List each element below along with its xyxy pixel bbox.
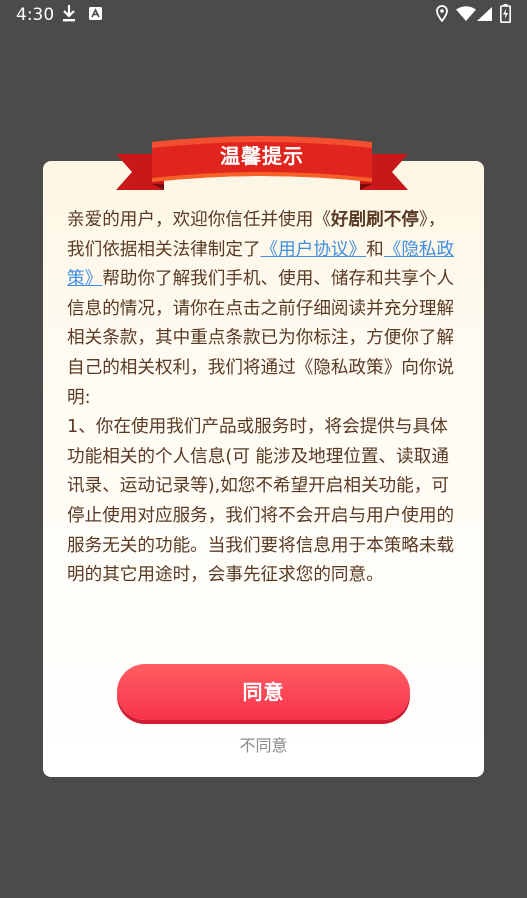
app-name: 好剧刷不停 [330, 210, 419, 230]
wifi-icon [456, 6, 476, 21]
agree-button[interactable]: 同意 [117, 664, 410, 720]
location-icon [436, 5, 448, 22]
signal-icon [477, 7, 492, 21]
status-time: 4:30 [16, 5, 55, 25]
status-bar: 4:30 [0, 0, 527, 30]
battery-icon [500, 4, 511, 23]
and-text: 和 [366, 239, 384, 260]
user-agreement-link[interactable]: 《用户协议》 [261, 240, 367, 260]
download-icon [63, 5, 75, 22]
intro-text: 亲爱的用户，欢迎你信任并使用《 [67, 210, 331, 230]
agreement-text: 亲爱的用户，欢迎你信任并使用《好剧刷不停》，我们依据相关法律制定了《用户协议》和… [67, 206, 461, 591]
notification-app-icon [89, 7, 102, 20]
paragraph2: 1、你在使用我们产品或服务时，将会提供与具体功能相关的个人信息(可 能涉及地理位… [67, 417, 455, 586]
disagree-button[interactable]: 不同意 [200, 734, 327, 758]
paragraph1-rest: 帮助你了解我们手机、使用、储存和共享个人信息的情况，请你在点击之前仔细阅读并充分… [67, 269, 455, 408]
dialog-title: 温馨提示 [220, 144, 304, 168]
screen: 4:30 温馨提示 亲爱的用户，欢迎你信任并使用《好剧刷不停》，我们依据相关法律… [0, 0, 527, 898]
